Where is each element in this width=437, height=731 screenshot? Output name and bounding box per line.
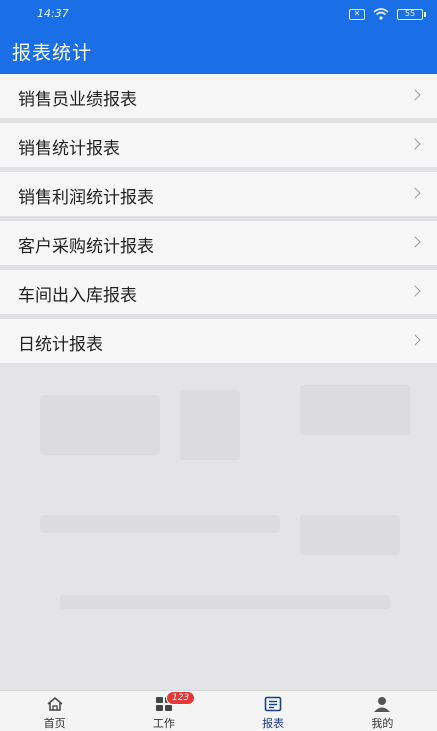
tab-label: 报表 xyxy=(262,717,285,730)
menu-item-salesperson-performance[interactable]: 销售员业绩报表 xyxy=(0,74,437,123)
bottom-tab-bar: 首页 工作 报表 我的 123 xyxy=(0,690,437,731)
tab-me[interactable]: 我的 xyxy=(328,691,437,731)
status-time: 14:37 xyxy=(37,7,69,20)
chevron-right-icon xyxy=(409,89,421,101)
chevron-right-icon xyxy=(409,334,421,346)
user-icon xyxy=(374,697,391,712)
battery-icon: 55 xyxy=(397,8,426,20)
report-icon xyxy=(264,696,282,712)
tab-label: 我的 xyxy=(371,717,394,730)
wifi-icon xyxy=(373,8,389,20)
page-title: 报表统计 xyxy=(12,42,93,64)
notification-badge: 123 xyxy=(166,691,196,705)
menu-item-label: 销售利润统计报表 xyxy=(18,188,154,208)
background-shape xyxy=(40,515,280,533)
background-shape xyxy=(60,595,390,609)
menu-item-label: 车间出入库报表 xyxy=(18,286,137,306)
background-shape xyxy=(300,515,400,555)
chevron-right-icon xyxy=(409,138,421,150)
report-menu: 销售员业绩报表 销售统计报表 销售利润统计报表 客户采购统计报表 车间出入库报表… xyxy=(0,74,437,368)
menu-item-customer-purchase[interactable]: 客户采购统计报表 xyxy=(0,221,437,270)
tab-reports[interactable]: 报表 xyxy=(219,691,328,731)
background-shape xyxy=(40,395,160,455)
menu-item-workshop-inout[interactable]: 车间出入库报表 xyxy=(0,270,437,319)
tab-home[interactable]: 首页 xyxy=(0,691,109,731)
background-shape xyxy=(300,385,410,435)
menu-item-label: 销售统计报表 xyxy=(18,139,120,159)
menu-item-sales-profit[interactable]: 销售利润统计报表 xyxy=(0,172,437,221)
status-bar: 14:37 ✕ 55 xyxy=(0,0,437,30)
empty-area xyxy=(0,365,437,690)
menu-item-daily-statistics[interactable]: 日统计报表 xyxy=(0,319,437,368)
tab-label: 首页 xyxy=(43,717,66,730)
status-icons: ✕ 55 xyxy=(349,8,426,20)
chevron-right-icon xyxy=(409,187,421,199)
background-shape xyxy=(180,390,240,460)
sim-icon: ✕ xyxy=(349,8,365,20)
menu-item-sales-statistics[interactable]: 销售统计报表 xyxy=(0,123,437,172)
home-icon xyxy=(47,697,63,711)
tab-work[interactable]: 工作 xyxy=(109,691,218,731)
app-header: 14:37 ✕ 55 报表统计 xyxy=(0,0,437,74)
tab-label: 工作 xyxy=(152,717,175,730)
menu-item-label: 日统计报表 xyxy=(18,335,103,355)
chevron-right-icon xyxy=(409,285,421,297)
menu-item-label: 销售员业绩报表 xyxy=(18,90,137,110)
chevron-right-icon xyxy=(409,236,421,248)
menu-item-label: 客户采购统计报表 xyxy=(18,237,154,257)
